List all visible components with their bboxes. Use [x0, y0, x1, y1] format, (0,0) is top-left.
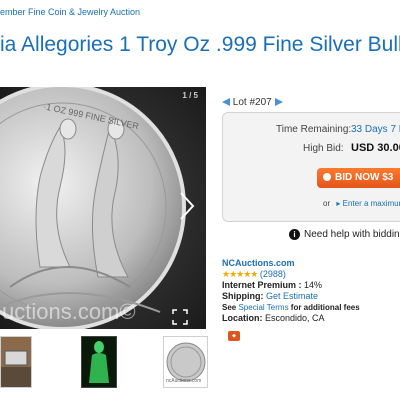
- time-remaining-label: Time Remaining:: [276, 124, 352, 135]
- location-label: Location:: [222, 313, 263, 323]
- terms-suffix: for additional fees: [290, 303, 360, 312]
- next-lot-icon[interactable]: [274, 98, 283, 107]
- bid-now-button[interactable]: BID NOW $3: [317, 168, 400, 188]
- seller-name-link[interactable]: NCAuctions.com: [222, 258, 295, 268]
- lot-number: Lot #207: [232, 97, 272, 108]
- watermark: uctions.com©: [2, 299, 136, 324]
- thumbnail-3-image: ncAuctions.com: [164, 337, 207, 387]
- see-text: See: [222, 303, 237, 312]
- bid-box: Time Remaining: 33 Days 7 H High Bid: US…: [222, 112, 400, 222]
- high-bid-value: USD 30.00: [351, 142, 400, 154]
- breadcrumb[interactable]: ember Fine Coin & Jewelry Auction: [0, 7, 400, 21]
- max-bid-arrow-icon: ▸: [336, 199, 341, 208]
- location-value: Escondido, CA: [265, 313, 325, 323]
- premium-value: 14%: [304, 280, 323, 290]
- thumbnail-3[interactable]: ncAuctions.com: [163, 336, 208, 388]
- image-counter: 1 / 5: [182, 91, 198, 100]
- seller-info: NCAuctions.com ★★★★★ (2988) Internet Pre…: [222, 258, 360, 324]
- shipping-label: Shipping:: [222, 291, 264, 301]
- special-terms-link[interactable]: Special Terms: [238, 303, 288, 312]
- seller-badge-icon: ◆: [228, 331, 240, 341]
- thumbnail-1-image: [1, 337, 31, 387]
- max-bid-row: or ▸ Enter a maximum: [323, 199, 400, 208]
- thumbnail-watermark: ncAuctions.com: [166, 378, 201, 384]
- thumbnail-2-image: [82, 337, 116, 387]
- enter-max-bid-link[interactable]: Enter a maximum: [343, 199, 400, 208]
- bidding-help[interactable]: i Need help with bidding: [289, 229, 400, 240]
- expand-icon[interactable]: [172, 309, 188, 325]
- time-remaining-value: 33 Days 7 H: [351, 124, 400, 135]
- page-title: ia Allegories 1 Troy Oz .999 Fine Silver…: [0, 33, 400, 56]
- coin-image: ·1 OZ 999 FINE SILVER: [0, 87, 206, 329]
- thumbnail-1[interactable]: [0, 336, 32, 388]
- rating-stars: ★★★★★: [222, 269, 258, 279]
- rating-count-link[interactable]: (2988): [260, 269, 286, 279]
- bid-now-label: BID NOW $3: [335, 172, 394, 183]
- info-icon: i: [289, 229, 300, 240]
- thumbnail-2[interactable]: [81, 336, 117, 388]
- lot-navigation: Lot #207: [222, 97, 283, 108]
- high-bid-label: High Bid:: [303, 143, 344, 154]
- image-gallery[interactable]: ·1 OZ 999 FINE SILVER uctions.com© 1 / 5: [0, 87, 206, 329]
- chevron-right-icon[interactable]: [178, 191, 196, 221]
- shipping-estimate-link[interactable]: Get Estimate: [266, 291, 318, 301]
- or-text: or: [323, 199, 331, 208]
- help-label: Need help with bidding: [304, 229, 400, 241]
- bid-icon: [323, 173, 331, 182]
- prev-lot-icon[interactable]: [222, 98, 230, 107]
- premium-label: Internet Premium :: [222, 280, 302, 290]
